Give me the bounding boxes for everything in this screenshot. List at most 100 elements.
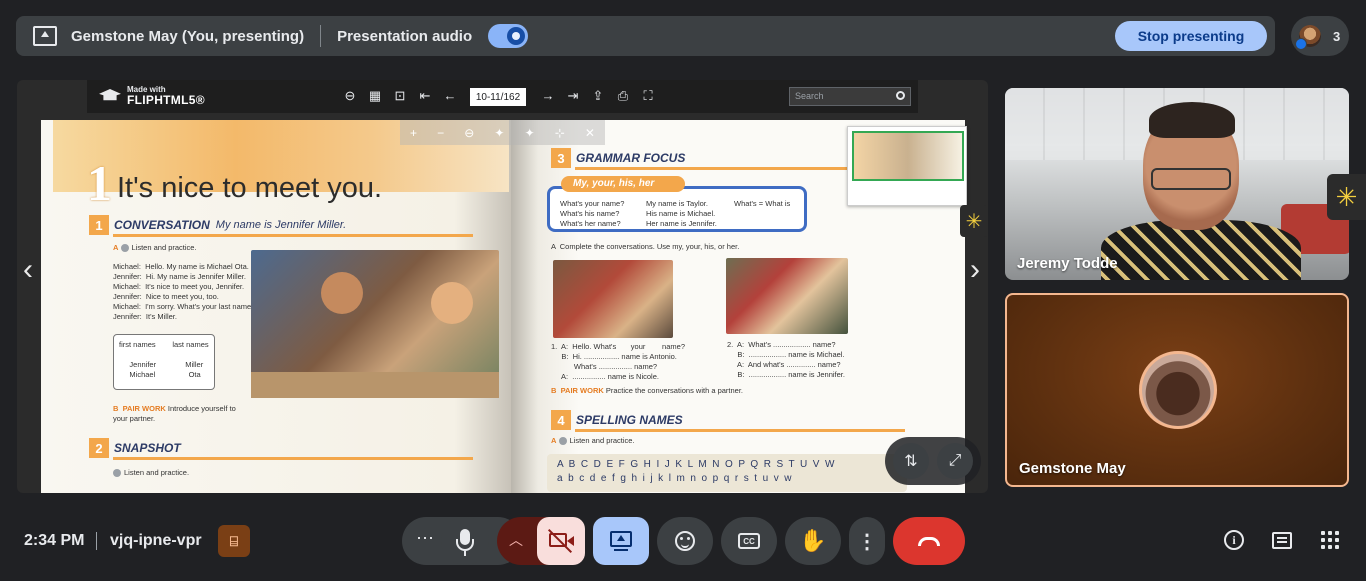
share-icon[interactable]: ⇪ [591,89,605,103]
first-page-icon[interactable]: ⇤ [418,89,432,103]
spelling-instruction: A Listen and practice. [551,436,635,446]
audio-cd-icon [113,469,121,478]
raise-hand-button[interactable]: ✋ [785,517,841,565]
section-conversation: 1 CONVERSATION My name is Jennifer Mille… [89,215,346,235]
next-page-icon[interactable]: → [541,89,555,103]
participant-hair [1149,102,1235,138]
zoom-in-icon[interactable]: + [410,126,417,140]
section-underline [113,234,473,237]
audio-cd-icon [558,437,567,446]
fliphtml5-logo[interactable]: Made with FLIPHTML5® [99,83,221,109]
room-info-icon[interactable]: ⌸ [218,525,250,557]
bottom-divider [96,532,97,550]
leave-call-button[interactable] [893,517,965,565]
conversation-2: 2. A: What's .................. name? B:… [727,340,845,379]
students-photo-2 [726,258,848,334]
zoom-toolbar: + − ⊖ ✦ ✦ ⊹ ✕ [400,120,605,145]
alphabet-box: A B C D E F G H I J K L M N O P Q R S T … [547,454,907,492]
exercise-a: A Complete the conversations. Use my, yo… [551,242,740,251]
page-title: It's nice to meet you. [117,172,383,204]
presenting-banner: Gemstone May (You, presenting) Presentat… [16,16,1275,56]
audio-cd-icon [120,244,129,253]
participant-name: Jeremy Todde [1017,255,1118,272]
participant-count: 3 [1333,28,1341,44]
participant-avatar [1295,25,1321,50]
fullscreen-icon[interactable]: ⛶ [641,89,655,103]
students-photo-1 [553,260,673,338]
banner-divider [320,25,322,47]
pointer-icon[interactable]: ⊹ [555,126,565,140]
apps-grid-icon [1321,531,1339,549]
activities-button[interactable] [1318,528,1342,552]
print-icon[interactable]: ⎙ [616,89,630,103]
meeting-details-button[interactable]: i [1222,528,1246,552]
zoom-minus-icon[interactable]: − [437,126,444,140]
meeting-code[interactable]: vjq-ipne-vpr [110,532,202,550]
move-icon[interactable]: ✦ [494,126,504,140]
thumbnails-icon[interactable]: ▦ [368,89,382,103]
microphone-button[interactable] [441,517,489,565]
conversation-1: 1. A: Hello. What's your name? B: Hi. ..… [551,342,685,381]
page-indicator[interactable]: 10-11/162 [470,88,526,106]
search-icon[interactable] [896,91,905,100]
section-grammar-focus: 3 GRAMMAR FOCUS [551,148,685,168]
captions-button[interactable]: CC [721,517,777,565]
zoom-reset-icon[interactable]: ⊖ [464,126,474,140]
participant-glasses [1151,168,1231,190]
participants-button[interactable]: 3 [1291,16,1349,56]
emoji-icon [675,531,695,551]
expand-icon[interactable]: ⤢ [937,443,973,479]
hand-icon: ✋ [799,528,827,553]
participant-tile-gemstone[interactable]: Gemstone May [1005,293,1349,487]
more-audio-options-icon[interactable]: ⋯ [416,528,435,549]
present-screen-icon [610,531,632,547]
chat-button[interactable] [1270,528,1294,552]
presentation-view-controls: ⇅ ⤢ [885,437,981,485]
next-page-arrow-icon[interactable]: › [970,255,984,285]
previous-page-icon[interactable]: ← [443,89,457,103]
shared-screen: Made with FLIPHTML5® ⊖ ▦ ⊡ ⇤ ← 10-11/162… [17,80,988,493]
swap-view-icon[interactable]: ⇅ [893,443,929,479]
meeting-time: 2:34 PM [24,532,85,549]
info-icon: i [1224,530,1244,550]
companion-sparkle-icon[interactable]: ✳ [960,205,988,237]
section-spelling-names: 4 SPELLING NAMES [551,410,683,430]
prev-page-arrow-icon[interactable]: ‹ [23,255,37,285]
present-screen-icon [33,26,57,46]
pan-icon[interactable]: ✦ [525,126,535,140]
pair-work-right: B PAIR WORK Practice the conversations w… [551,386,744,395]
snapshot-instruction: Listen and practice. [113,468,189,478]
page-thumbnail-navigator[interactable] [847,126,967,206]
unit-number: 1 [87,155,112,211]
chevron-up-icon[interactable]: ︿ [509,530,523,550]
zoom-out-icon[interactable]: ⊖ [343,89,357,103]
section-underline [575,429,905,432]
presentation-audio-toggle[interactable] [488,24,529,48]
stop-presenting-button[interactable]: Stop presenting [1115,21,1267,51]
more-vert-icon: ⋮ [857,530,877,553]
thumbnail-viewport[interactable] [852,131,964,181]
grammar-tab: My, your, his, her [561,176,685,192]
grammar-box: What's your name? What's his name? What'… [547,186,807,232]
chat-icon [1272,531,1292,549]
section-underline [113,457,473,460]
avatar [1139,351,1217,429]
reactions-button[interactable] [657,517,713,565]
book-spread: 1 It's nice to meet you. 1 CONVERSATION … [41,120,967,493]
fit-page-icon[interactable]: ⊡ [393,89,407,103]
pair-work-left: B PAIR WORK Introduce yourself to your p… [113,404,236,423]
camera-button[interactable] [537,517,585,565]
close-zoom-icon[interactable]: ✕ [585,126,595,140]
graduation-cap-icon [99,89,121,101]
present-now-button[interactable] [593,517,649,565]
flipbook-search-input[interactable]: Search [789,87,911,106]
section-snapshot: 2 SNAPSHOT [89,438,181,458]
more-options-button[interactable]: ⋮ [849,517,885,565]
companion-panel-sparkle-icon[interactable]: ✳ [1327,174,1366,220]
captions-icon: CC [738,533,760,549]
participant-tile-jeremy[interactable]: Jeremy Todde [1005,88,1349,280]
flipbook-toolbar: Made with FLIPHTML5® ⊖ ▦ ⊡ ⇤ ← 10-11/162… [87,80,918,113]
left-page: 1 It's nice to meet you. 1 CONVERSATION … [41,120,511,493]
speaker-icon [507,27,526,45]
last-page-icon[interactable]: ⇥ [566,89,580,103]
